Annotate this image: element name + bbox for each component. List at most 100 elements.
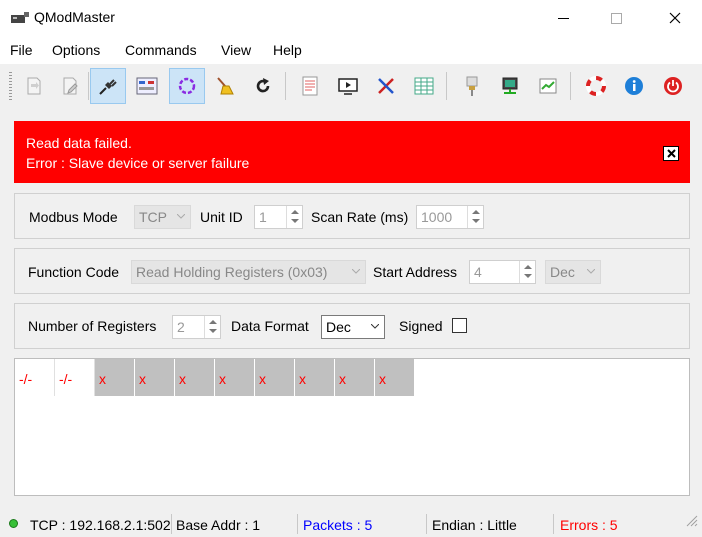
read-write-button[interactable]	[129, 68, 165, 104]
settings-button[interactable]	[492, 68, 528, 104]
spin-buttons[interactable]	[204, 316, 220, 338]
spin-down-icon	[291, 219, 299, 223]
close-icon	[666, 149, 676, 158]
info-button[interactable]	[616, 68, 652, 104]
minimize-button[interactable]	[540, 0, 586, 36]
connect-icon	[99, 79, 117, 95]
maximize-button[interactable]	[593, 0, 639, 36]
toolbar	[0, 64, 702, 108]
status-packets: Packets : 5	[303, 517, 373, 533]
spin-buttons[interactable]	[467, 206, 483, 228]
modbus-rtu-button[interactable]	[406, 68, 442, 104]
menu-file[interactable]: File	[10, 42, 33, 58]
spin-up-icon	[209, 320, 217, 324]
status-base-addr: Base Addr : 1	[176, 517, 261, 533]
unit-id-spinbox[interactable]: 1	[254, 205, 303, 229]
status-separator	[297, 514, 298, 534]
close-button[interactable]	[652, 0, 698, 36]
power-icon	[664, 77, 682, 95]
number-of-registers-value: 2	[177, 319, 185, 335]
modbus-rtu-icon	[414, 77, 434, 95]
unit-id-label: Unit ID	[200, 209, 243, 225]
function-code-label: Function Code	[28, 264, 120, 280]
load-session-button[interactable]	[16, 68, 52, 104]
title-bar: QModMaster	[0, 0, 702, 36]
status-separator	[553, 514, 554, 534]
bus-monitor-icon	[302, 76, 318, 96]
modbus-mode-select[interactable]: TCP	[134, 205, 191, 229]
registers-grid: -/- -/- x x x x x x x x	[14, 358, 690, 496]
toolbar-separator	[570, 72, 571, 100]
settings-icon	[502, 77, 518, 94]
menu-help[interactable]: Help	[273, 42, 302, 58]
help-button[interactable]	[530, 68, 566, 104]
chevron-down-icon	[352, 269, 360, 274]
exit-button[interactable]	[655, 68, 691, 104]
signed-checkbox[interactable]	[452, 318, 467, 333]
bus-monitor-button[interactable]	[292, 68, 328, 104]
register-cell[interactable]: x	[95, 359, 135, 396]
spin-up-icon	[291, 210, 299, 214]
start-address-value: 4	[474, 264, 482, 280]
toolbar-separator	[446, 72, 447, 100]
minimize-icon	[557, 17, 569, 19]
tools-button[interactable]	[330, 68, 366, 104]
spin-down-icon	[209, 329, 217, 333]
register-cell[interactable]: x	[215, 359, 255, 396]
address-format-select[interactable]: Dec	[545, 260, 601, 284]
modbus-mode-value: TCP	[139, 209, 167, 225]
reset-counters-button[interactable]	[245, 68, 281, 104]
save-session-button[interactable]	[52, 68, 88, 104]
data-format-value: Dec	[326, 319, 351, 335]
register-cell[interactable]: x	[135, 359, 175, 396]
number-of-registers-spinbox[interactable]: 2	[172, 315, 221, 339]
unit-id-value: 1	[259, 209, 267, 225]
error-detail: Error : Slave device or server failure	[26, 155, 250, 171]
address-format-value: Dec	[550, 264, 575, 280]
function-code-select[interactable]: Read Holding Registers (0x03)	[131, 260, 366, 284]
menu-view[interactable]: View	[221, 42, 251, 58]
maximize-icon	[610, 12, 622, 24]
save-session-icon	[63, 77, 78, 95]
resize-grip-icon[interactable]	[684, 513, 698, 527]
modbus-tcp-button[interactable]	[454, 68, 490, 104]
chevron-down-icon	[177, 214, 185, 219]
help-icon	[539, 78, 557, 94]
register-cell[interactable]: -/-	[15, 359, 55, 396]
register-cell[interactable]: -/-	[55, 359, 95, 396]
data-format-select[interactable]: Dec	[321, 315, 385, 339]
start-address-spinbox[interactable]: 4	[469, 260, 536, 284]
register-cell[interactable]: x	[175, 359, 215, 396]
error-message: Read data failed.	[26, 135, 132, 151]
register-cell[interactable]: x	[255, 359, 295, 396]
status-separator	[171, 514, 172, 534]
data-format-label: Data Format	[231, 318, 309, 334]
menu-options[interactable]: Options	[52, 42, 100, 58]
toolbar-grip[interactable]	[9, 72, 12, 100]
scan-rate-spinbox[interactable]: 1000	[416, 205, 484, 229]
info-icon	[625, 77, 643, 95]
spin-buttons[interactable]	[286, 206, 302, 228]
menu-commands[interactable]: Commands	[125, 42, 197, 58]
register-cell[interactable]: x	[375, 359, 415, 396]
clear-button[interactable]	[207, 68, 243, 104]
serial-settings-button[interactable]	[368, 68, 404, 104]
error-banner: Read data failed. Error : Slave device o…	[14, 121, 690, 183]
register-cell[interactable]: x	[295, 359, 335, 396]
about-button[interactable]	[578, 68, 614, 104]
register-cell[interactable]: x	[335, 359, 375, 396]
status-errors: Errors : 5	[560, 517, 618, 533]
chevron-down-icon	[371, 324, 379, 329]
load-session-icon	[27, 77, 41, 95]
toolbar-separator	[88, 72, 89, 100]
spin-buttons[interactable]	[519, 261, 535, 283]
lifebuoy-icon	[586, 76, 606, 96]
signed-label: Signed	[399, 318, 443, 334]
menu-bar: File Options Commands View Help	[0, 36, 702, 64]
spin-down-icon	[524, 274, 532, 278]
error-close-button[interactable]	[663, 146, 679, 161]
spin-up-icon	[472, 210, 480, 214]
scan-button[interactable]	[169, 68, 205, 104]
status-separator	[426, 514, 427, 534]
connect-button[interactable]	[90, 68, 126, 104]
